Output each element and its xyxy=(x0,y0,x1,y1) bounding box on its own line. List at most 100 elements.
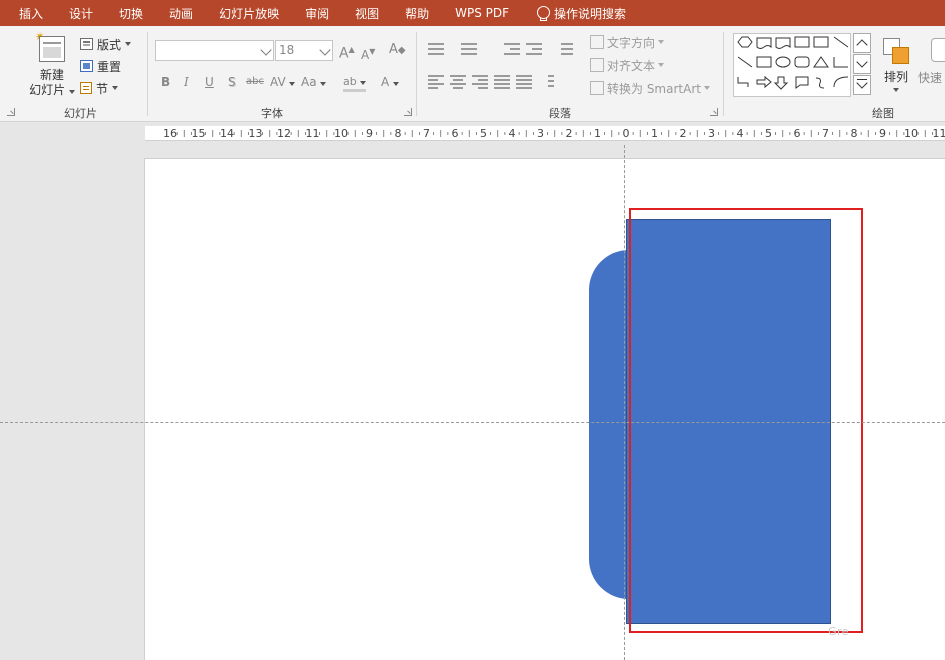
shapes-gallery[interactable] xyxy=(733,33,851,97)
ruler-ticks: 1615141312111098765432101234567891011 xyxy=(163,127,945,140)
distributed-icon[interactable] xyxy=(516,75,532,89)
highlight-button[interactable]: ab xyxy=(343,74,367,92)
ruler-label: 0 xyxy=(623,127,630,140)
decrease-indent-icon[interactable] xyxy=(504,43,520,55)
callout-icon xyxy=(795,76,809,89)
tab-view[interactable]: 视图 xyxy=(355,0,379,26)
eraser-icon: ◆ xyxy=(397,45,406,56)
tab-design[interactable]: 设计 xyxy=(69,0,93,26)
tell-me-search[interactable]: 操作说明搜索 xyxy=(537,0,626,26)
underline-button[interactable]: U xyxy=(205,74,214,90)
text-shadow-button[interactable]: S xyxy=(228,74,236,90)
tab-insert[interactable]: 插入 xyxy=(19,0,43,26)
new-slide-label-line2: 幻灯片 xyxy=(26,83,78,98)
quick-styles-icon xyxy=(931,38,945,62)
tab-help[interactable]: 帮助 xyxy=(405,0,429,26)
section-icon xyxy=(80,82,92,94)
ruler-label: 12 xyxy=(277,127,291,140)
font-size-dropdown[interactable]: 18 xyxy=(275,40,333,61)
char-spacing-button[interactable]: AV xyxy=(270,74,296,90)
align-text-button[interactable]: 对齐文本 xyxy=(590,56,665,74)
font-group-launcher[interactable] xyxy=(404,108,412,116)
tab-animations[interactable]: 动画 xyxy=(169,0,193,26)
tab-review[interactable]: 审阅 xyxy=(305,0,329,26)
new-slide-label-line1: 新建 xyxy=(39,68,64,82)
ruler-label: 9 xyxy=(879,127,886,140)
oval-icon xyxy=(775,56,791,68)
ruler-label: 11 xyxy=(306,127,320,140)
text-direction-button[interactable]: 文字方向 xyxy=(590,33,665,51)
tab-insert-label: 插入 xyxy=(19,6,44,21)
arrange-label: 排列 xyxy=(883,70,908,84)
align-right-icon[interactable] xyxy=(472,75,488,89)
hexagon-icon xyxy=(737,36,753,48)
triangle-icon xyxy=(813,56,829,68)
tab-wps-pdf[interactable]: WPS PDF xyxy=(455,0,509,26)
highlight-glyph: ab xyxy=(343,75,357,88)
new-slide-icon xyxy=(39,36,65,62)
ruler-label: 10 xyxy=(904,127,918,140)
wave-icon xyxy=(756,37,772,49)
gallery-more[interactable] xyxy=(853,75,871,95)
change-case-button[interactable]: Aa xyxy=(301,74,327,90)
font-color-button[interactable]: A xyxy=(381,74,400,90)
gallery-scroll-up[interactable] xyxy=(853,33,871,53)
bold-button[interactable]: B xyxy=(161,74,170,90)
down-arrow-icon xyxy=(773,76,789,90)
justify-icon[interactable] xyxy=(494,75,510,89)
ruler-label: 11 xyxy=(933,127,945,140)
grow-font-button[interactable]: A▲ xyxy=(339,42,355,62)
ruler-label: 1 xyxy=(594,127,601,140)
text-direction-label: 文字方向 xyxy=(607,35,656,50)
tab-wps-pdf-label: WPS PDF xyxy=(455,6,510,20)
increase-indent-icon[interactable] xyxy=(526,43,542,55)
tab-transitions[interactable]: 切换 xyxy=(119,0,143,26)
ruler-label: 7 xyxy=(423,127,430,140)
bullets-icon[interactable] xyxy=(428,43,444,55)
chevron-down-icon xyxy=(319,44,331,56)
chevron-down-icon xyxy=(320,82,327,86)
reset-button[interactable]: 重置 xyxy=(80,56,121,76)
ruler-label: 13 xyxy=(249,127,263,140)
font-color-glyph: A xyxy=(381,75,390,89)
chevron-down-icon xyxy=(68,90,75,94)
section-button[interactable]: 节 xyxy=(80,78,119,98)
convert-smartart-button[interactable]: 转换为 SmartArt xyxy=(590,79,710,97)
rounded-rectangle-icon xyxy=(794,56,810,68)
smartart-label: 转换为 SmartArt xyxy=(607,81,701,96)
tab-slideshow[interactable]: 幻灯片放映 xyxy=(219,0,279,26)
chevron-down-icon xyxy=(125,42,132,46)
right-arrow-icon xyxy=(756,75,772,89)
gallery-scroll-down[interactable] xyxy=(853,54,871,74)
horizontal-guide[interactable] xyxy=(0,422,945,423)
ruler-label: 16 xyxy=(163,127,177,140)
new-slide-button[interactable]: ✷ 新建 幻灯片 xyxy=(26,31,78,98)
vertical-guide[interactable] xyxy=(624,145,625,660)
strikethrough-button[interactable]: abc xyxy=(246,74,264,90)
reset-label: 重置 xyxy=(97,59,122,74)
slide-canvas[interactable]: Gre xyxy=(144,158,945,660)
quick-styles-button[interactable]: 快速 xyxy=(917,32,945,98)
tab-view-label: 视图 xyxy=(355,6,380,21)
horizontal-ruler[interactable]: 1615141312111098765432101234567891011 xyxy=(145,126,945,141)
columns-icon[interactable] xyxy=(548,75,564,87)
arrow-line-icon xyxy=(737,56,753,68)
font-name-dropdown[interactable] xyxy=(155,40,274,61)
layout-button[interactable]: 版式 xyxy=(80,34,132,54)
ruler-label: 3 xyxy=(537,127,544,140)
italic-button[interactable]: I xyxy=(184,74,189,90)
shrink-font-glyph: A xyxy=(361,48,370,62)
slides-group-launcher[interactable] xyxy=(7,108,15,116)
clear-format-button[interactable]: A◆ xyxy=(389,42,406,59)
watermark: Gre xyxy=(828,625,850,638)
arrange-button[interactable]: 排列 xyxy=(877,32,915,98)
align-text-label: 对齐文本 xyxy=(607,58,656,73)
shrink-font-button[interactable]: A▼ xyxy=(361,44,375,63)
shapes-gallery-icons xyxy=(737,36,849,90)
numbering-icon[interactable] xyxy=(461,43,477,55)
align-left-icon[interactable] xyxy=(428,75,444,89)
line-spacing-icon[interactable] xyxy=(557,43,573,55)
align-center-icon[interactable] xyxy=(450,75,466,89)
menu-bar: 插入 设计 切换 动画 幻灯片放映 审阅 视图 帮助 WPS PDF 操作说明搜… xyxy=(0,0,945,26)
paragraph-group-launcher[interactable] xyxy=(710,108,718,116)
